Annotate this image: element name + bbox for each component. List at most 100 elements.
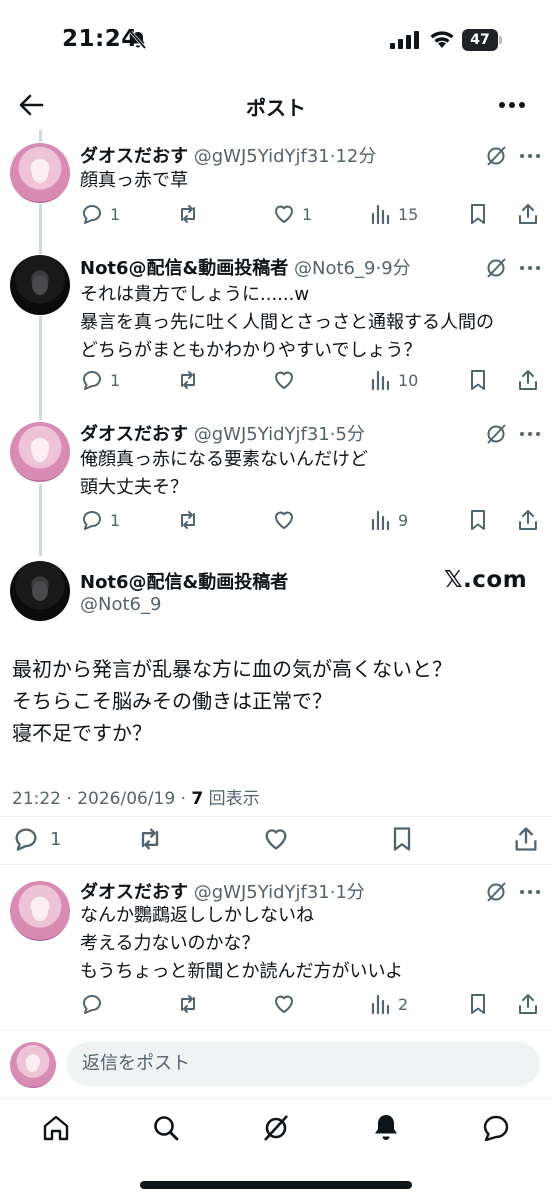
post-more-icon[interactable]: [518, 144, 542, 168]
author-name[interactable]: Not6@配信&動画投稿者: [80, 258, 288, 279]
bookmark-icon: [393, 827, 411, 851]
share-button[interactable]: [512, 826, 540, 852]
views-button[interactable]: 15: [370, 201, 418, 227]
grok-icon[interactable]: [484, 144, 508, 168]
my-avatar[interactable]: [10, 1042, 56, 1088]
author-handle[interactable]: @gWJ5YidYjf31: [194, 882, 330, 903]
reply-button[interactable]: [80, 991, 110, 1017]
search-icon[interactable]: [150, 1112, 182, 1144]
messages-icon[interactable]: [480, 1112, 512, 1144]
repost-button[interactable]: [176, 201, 206, 227]
post-text: なんか鸚鵡返ししかしないね 考える力ないのかな？ もうちょっと新聞とか読んだ方が…: [80, 905, 404, 982]
bookmark-button[interactable]: [466, 507, 490, 533]
reply-button[interactable]: 1: [80, 507, 120, 533]
avatar[interactable]: [10, 422, 70, 482]
share-button[interactable]: [516, 991, 540, 1017]
author-handle[interactable]: @Not6_9: [294, 258, 375, 279]
thread-line: [39, 130, 42, 142]
like-button[interactable]: [272, 507, 302, 533]
like-button[interactable]: [272, 991, 302, 1017]
like-icon: [275, 511, 293, 529]
post-text: 俺顔真っ赤になる要素ないんだけど 頭大丈夫そ？: [80, 449, 368, 498]
home-icon[interactable]: [40, 1112, 72, 1144]
page-title: ポスト: [246, 96, 306, 120]
post-text: それは貴方でしょうに......w 暴言を真っ先に吐く人間とさっさと通報する人間…: [80, 284, 494, 361]
thread-line: [39, 316, 42, 420]
reply-input[interactable]: 返信をポスト: [66, 1042, 540, 1086]
notifications-icon[interactable]: [370, 1112, 402, 1144]
home-indicator[interactable]: [140, 1181, 412, 1189]
grok-icon[interactable]: [484, 256, 508, 280]
like-button[interactable]: [262, 826, 290, 852]
share-button[interactable]: [516, 201, 540, 227]
repost-button[interactable]: [176, 507, 206, 533]
divider: [0, 816, 552, 817]
post-header: ダオスだおす @gWJ5YidYjf31·1分: [80, 878, 365, 904]
share-button[interactable]: [516, 507, 540, 533]
reply-count: 1: [110, 370, 121, 390]
post-header: Not6@配信&動画投稿者 @Not6_9·9分: [80, 254, 411, 280]
bookmark-icon: [471, 510, 485, 530]
avatar[interactable]: [10, 143, 70, 203]
bell-muted-icon: [129, 30, 147, 50]
reply-icon: [83, 371, 101, 390]
bookmark-button[interactable]: [388, 826, 416, 852]
thread-line: [39, 204, 42, 254]
author-handle[interactable]: @gWJ5YidYjf31: [194, 146, 330, 167]
grok-icon[interactable]: [484, 422, 508, 446]
avatar-face: [32, 163, 48, 183]
like-icon: [265, 829, 287, 850]
views-count: 15: [398, 204, 419, 224]
repost-icon: [181, 371, 195, 389]
post-timestamp: 21:22 · 2026/06/19 ·: [12, 789, 192, 809]
like-icon: [275, 205, 293, 223]
reply-button[interactable]: 1: [80, 201, 120, 227]
like-button[interactable]: 1: [272, 201, 312, 227]
views-button[interactable]: 10: [370, 367, 418, 393]
cellular-signal-icon: [390, 31, 419, 49]
post-more-icon[interactable]: [518, 422, 542, 446]
reply-count: 1: [110, 510, 121, 530]
views-button[interactable]: 2: [370, 991, 408, 1017]
avatar[interactable]: [10, 561, 70, 621]
avatar-face: [32, 901, 48, 921]
views-count: 10: [398, 370, 419, 390]
avatar[interactable]: [10, 255, 70, 315]
reply-button[interactable]: 1: [12, 826, 61, 852]
status-time: 21:24: [62, 26, 138, 52]
top-bar: ポスト: [0, 80, 552, 130]
post-time: 12分: [335, 146, 377, 167]
reply-composer: 返信をポスト: [0, 1036, 552, 1092]
bookmark-button[interactable]: [466, 991, 490, 1017]
grok-icon[interactable]: [260, 1112, 292, 1144]
reply-count: 1: [50, 828, 62, 850]
bookmark-button[interactable]: [466, 367, 490, 393]
author-name[interactable]: ダオスだおす: [80, 424, 188, 445]
share-icon: [519, 994, 537, 1014]
author-handle[interactable]: @Not6_9: [80, 594, 161, 615]
share-icon: [519, 370, 537, 390]
post-text: 顔真っ赤で草: [80, 170, 188, 191]
reply-icon: [83, 205, 101, 224]
more-options-icon[interactable]: [496, 92, 528, 118]
author-handle[interactable]: @gWJ5YidYjf31: [194, 424, 330, 445]
views-icon: [371, 510, 390, 531]
author-name[interactable]: ダオスだおす: [80, 146, 188, 167]
avatar[interactable]: [10, 881, 70, 941]
like-button[interactable]: [272, 367, 302, 393]
repost-icon: [141, 828, 159, 850]
grok-icon[interactable]: [484, 880, 508, 904]
post-more-icon[interactable]: [518, 256, 542, 280]
repost-button[interactable]: [176, 991, 206, 1017]
author-name[interactable]: ダオスだおす: [80, 882, 188, 903]
post-text: 最初から発言が乱暴な方に血の気が高くないと？ そちらこそ脳みその働きは正常で？ …: [12, 657, 452, 745]
views-count: 2: [398, 994, 409, 1014]
post-more-icon[interactable]: [518, 880, 542, 904]
author-name[interactable]: Not6@配信&動画投稿者: [80, 568, 288, 594]
views-button[interactable]: 9: [370, 507, 408, 533]
bookmark-button[interactable]: [466, 201, 490, 227]
repost-button[interactable]: [176, 367, 206, 393]
share-button[interactable]: [516, 367, 540, 393]
reply-button[interactable]: 1: [80, 367, 120, 393]
repost-button[interactable]: [136, 826, 164, 852]
